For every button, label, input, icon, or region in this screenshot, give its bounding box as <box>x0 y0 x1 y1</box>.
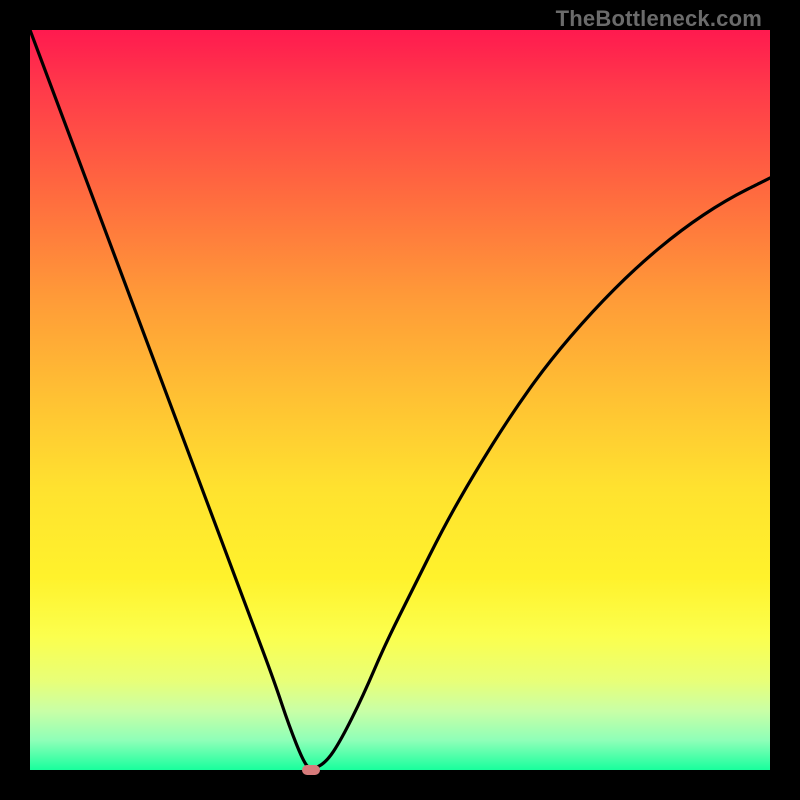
optimum-marker <box>302 765 320 775</box>
chart-frame <box>30 30 770 770</box>
watermark-text: TheBottleneck.com <box>556 6 762 32</box>
plot-area <box>30 30 770 770</box>
bottleneck-curve <box>30 30 770 768</box>
curve-svg <box>30 30 770 770</box>
